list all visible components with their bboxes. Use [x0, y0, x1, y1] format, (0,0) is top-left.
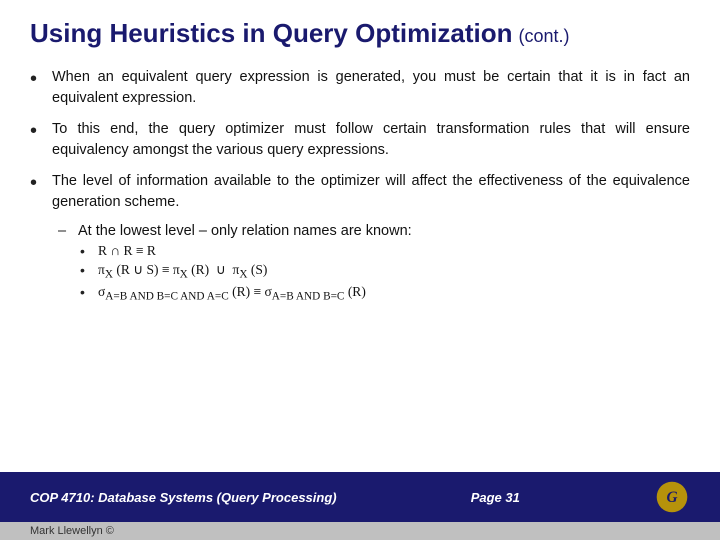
bullet-text-1: When an equivalent query expression is g…	[52, 67, 690, 109]
sub-sub-text-1: R ∩ R ≡ R	[98, 243, 156, 259]
bullet-2: • To this end, the query optimizer must …	[30, 119, 690, 161]
footer-logo: G	[654, 479, 690, 515]
bullet-1: • When an equivalent query expression is…	[30, 67, 690, 109]
bullet-text-3: The level of information available to th…	[52, 171, 690, 213]
dash-1: –	[58, 223, 78, 239]
sub-sub-dot-1: •	[80, 243, 98, 259]
sub-sub-text-2: πX (R ∪ S) ≡ πX (R) ∪ πX (S)	[98, 262, 267, 281]
sub-bullet-text-1: At the lowest level – only relation name…	[78, 223, 412, 239]
bullet-text-2: To this end, the query optimizer must fo…	[52, 119, 690, 161]
sub-sub-dot-2: •	[80, 262, 98, 278]
footer-left: COP 4710: Database Systems (Query Proces…	[30, 490, 337, 505]
title-cont: (cont.)	[519, 26, 570, 47]
svg-text:G: G	[666, 489, 677, 506]
slide-header: Using Heuristics in Query Optimization (…	[0, 0, 720, 59]
sub-sub-bullet-1: • R ∩ R ≡ R	[80, 243, 690, 259]
slide-footer: COP 4710: Database Systems (Query Proces…	[0, 472, 720, 522]
sub-sub-bullet-2: • πX (R ∪ S) ≡ πX (R) ∪ πX (S)	[80, 262, 690, 281]
footer-bottom-text: Mark Llewellyn ©	[30, 525, 114, 537]
sub-sub-bullet-3: • σA=B AND B=C AND A=C (R) ≡ σA=B AND B=…	[80, 284, 690, 303]
bullet-dot-2: •	[30, 120, 52, 143]
title-text: Using Heuristics in Query Optimization	[30, 18, 513, 49]
sub-sub-dot-3: •	[80, 284, 98, 300]
bullet-dot-3: •	[30, 172, 52, 195]
sub-sub-text-3: σA=B AND B=C AND A=C (R) ≡ σA=B AND B=C …	[98, 284, 366, 303]
footer-bottom: Mark Llewellyn ©	[0, 522, 720, 540]
footer-right: Page 31	[471, 490, 520, 505]
bullet-dot-1: •	[30, 68, 52, 91]
slide-body: • When an equivalent query expression is…	[0, 59, 720, 472]
bullet-3: • The level of information available to …	[30, 171, 690, 213]
sub-bullet-1: – At the lowest level – only relation na…	[58, 223, 690, 239]
slide-title: Using Heuristics in Query Optimization (…	[30, 18, 690, 49]
slide: Using Heuristics in Query Optimization (…	[0, 0, 720, 540]
